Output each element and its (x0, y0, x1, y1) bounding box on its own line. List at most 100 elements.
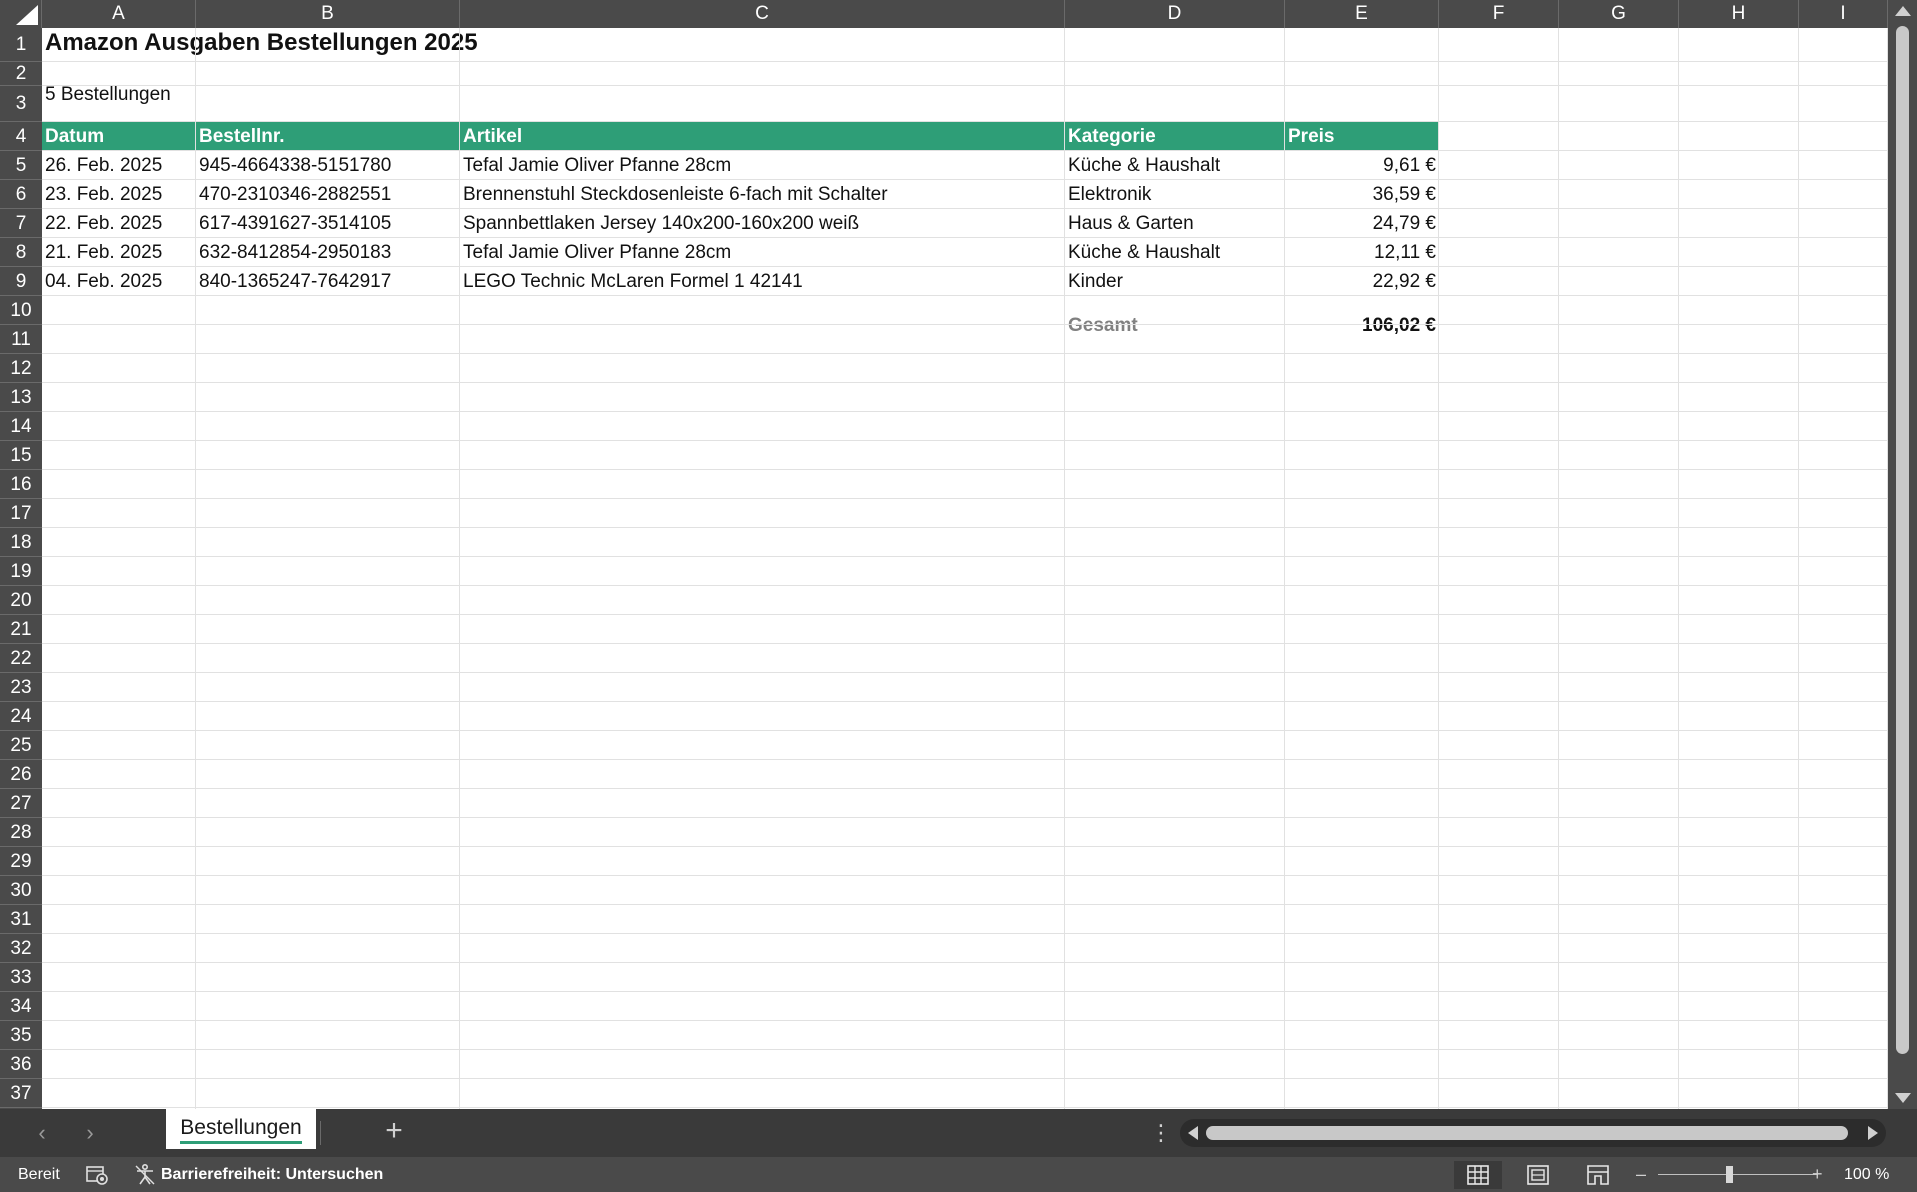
column-header-e[interactable]: E (1285, 0, 1439, 28)
row-header-18[interactable]: 18 (0, 528, 42, 557)
order-datum-cell[interactable]: 21. Feb. 2025 (42, 238, 165, 267)
zoom-slider-thumb[interactable] (1726, 1166, 1733, 1183)
order-kategorie-cell[interactable]: Küche & Haushalt (1065, 151, 1223, 180)
prev-sheet-icon[interactable]: ‹ (30, 1121, 54, 1145)
column-header-b[interactable]: B (196, 0, 460, 28)
column-header-a[interactable]: A (42, 0, 196, 28)
row-header-33[interactable]: 33 (0, 963, 42, 992)
column-header-i[interactable]: I (1799, 0, 1888, 28)
order-datum-cell[interactable]: 23. Feb. 2025 (42, 180, 165, 209)
order-preis-cell[interactable]: 9,61 € (1285, 151, 1439, 180)
row-header-5[interactable]: 5 (0, 151, 42, 180)
header-datum[interactable]: Datum (42, 122, 107, 151)
row-header-23[interactable]: 23 (0, 673, 42, 702)
row-header-22[interactable]: 22 (0, 644, 42, 673)
zoom-out-button[interactable]: – (1636, 1157, 1646, 1192)
order-preis-cell[interactable]: 22,92 € (1285, 267, 1439, 296)
column-header-h[interactable]: H (1679, 0, 1799, 28)
row-header-17[interactable]: 17 (0, 499, 42, 528)
row-header-25[interactable]: 25 (0, 731, 42, 760)
order-datum-cell[interactable]: 22. Feb. 2025 (42, 209, 165, 238)
horizontal-scroll-thumb[interactable] (1206, 1126, 1848, 1140)
row-header-32[interactable]: 32 (0, 934, 42, 963)
column-header-c[interactable]: C (460, 0, 1065, 28)
row-header-7[interactable]: 7 (0, 209, 42, 238)
scroll-down-icon[interactable] (1895, 1093, 1911, 1103)
row-header-9[interactable]: 9 (0, 267, 42, 296)
select-all-button[interactable] (0, 0, 42, 28)
page-break-button[interactable] (1574, 1161, 1622, 1189)
horizontal-scrollbar[interactable] (1180, 1119, 1886, 1147)
row-header-37[interactable]: 37 (0, 1079, 42, 1108)
order-preis-cell[interactable]: 24,79 € (1285, 209, 1439, 238)
row-header-19[interactable]: 19 (0, 557, 42, 586)
vertical-scroll-thumb[interactable] (1896, 26, 1909, 1054)
zoom-in-button[interactable]: + (1812, 1157, 1823, 1192)
order-artikel-cell[interactable]: Spannbettlaken Jersey 140x200-160x200 we… (460, 209, 862, 238)
next-sheet-icon[interactable]: › (78, 1121, 102, 1145)
order-kategorie-cell[interactable]: Kinder (1065, 267, 1126, 296)
macro-record-icon[interactable] (86, 1165, 108, 1190)
row-header-8[interactable]: 8 (0, 238, 42, 267)
row-header-1[interactable]: 1 (0, 28, 42, 62)
order-datum-cell[interactable]: 26. Feb. 2025 (42, 151, 165, 180)
row-header-16[interactable]: 16 (0, 470, 42, 499)
row-header-29[interactable]: 29 (0, 847, 42, 876)
row-header-20[interactable]: 20 (0, 586, 42, 615)
cell-grid[interactable]: Amazon Ausgaben Bestellungen 2025 5 Best… (42, 28, 1888, 1109)
header-artikel[interactable]: Artikel (460, 122, 525, 151)
scroll-right-icon[interactable] (1868, 1126, 1878, 1140)
order-bestellnr-cell[interactable]: 617-4391627-3514105 (196, 209, 394, 238)
order-artikel-cell[interactable]: Tefal Jamie Oliver Pfanne 28cm (460, 238, 734, 267)
row-header-26[interactable]: 26 (0, 760, 42, 789)
row-header-30[interactable]: 30 (0, 876, 42, 905)
row-header-35[interactable]: 35 (0, 1021, 42, 1050)
total-value[interactable]: 106,02 € (1285, 311, 1439, 340)
row-header-31[interactable]: 31 (0, 905, 42, 934)
header-bestellnr[interactable]: Bestellnr. (196, 122, 288, 151)
order-artikel-cell[interactable]: Brennenstuhl Steckdosenleiste 6-fach mit… (460, 180, 891, 209)
add-sheet-button[interactable]: + (380, 1116, 408, 1146)
row-header-14[interactable]: 14 (0, 412, 42, 441)
accessibility-icon[interactable] (134, 1163, 156, 1191)
row-header-2[interactable]: 2 (0, 62, 42, 86)
zoom-slider[interactable] (1658, 1174, 1818, 1175)
order-artikel-cell[interactable]: Tefal Jamie Oliver Pfanne 28cm (460, 151, 734, 180)
row-header-34[interactable]: 34 (0, 992, 42, 1021)
zoom-level[interactable]: 100 % (1844, 1157, 1889, 1192)
row-header-11[interactable]: 11 (0, 325, 42, 354)
order-datum-cell[interactable]: 04. Feb. 2025 (42, 267, 165, 296)
order-artikel-cell[interactable]: LEGO Technic McLaren Formel 1 42141 (460, 267, 806, 296)
scroll-up-icon[interactable] (1895, 6, 1911, 16)
header-preis[interactable]: Preis (1285, 122, 1337, 151)
row-header-36[interactable]: 36 (0, 1050, 42, 1079)
row-header-28[interactable]: 28 (0, 818, 42, 847)
total-label[interactable]: Gesamt (1065, 311, 1141, 340)
row-header-21[interactable]: 21 (0, 615, 42, 644)
row-header-12[interactable]: 12 (0, 354, 42, 383)
row-header-10[interactable]: 10 (0, 296, 42, 325)
row-header-4[interactable]: 4 (0, 122, 42, 151)
row-header-24[interactable]: 24 (0, 702, 42, 731)
order-bestellnr-cell[interactable]: 632-8412854-2950183 (196, 238, 394, 267)
column-header-d[interactable]: D (1065, 0, 1285, 28)
order-kategorie-cell[interactable]: Elektronik (1065, 180, 1154, 209)
page-layout-button[interactable] (1514, 1161, 1562, 1189)
order-preis-cell[interactable]: 12,11 € (1285, 238, 1439, 267)
row-header-6[interactable]: 6 (0, 180, 42, 209)
sheet-title[interactable]: Amazon Ausgaben Bestellungen 2025 (42, 28, 481, 60)
order-preis-cell[interactable]: 36,59 € (1285, 180, 1439, 209)
accessibility-status[interactable]: Barrierefreiheit: Untersuchen (161, 1157, 383, 1192)
order-bestellnr-cell[interactable]: 945-4664338-5151780 (196, 151, 394, 180)
header-kategorie[interactable]: Kategorie (1065, 122, 1159, 151)
column-header-g[interactable]: G (1559, 0, 1679, 28)
row-header-15[interactable]: 15 (0, 441, 42, 470)
normal-view-button[interactable] (1454, 1161, 1502, 1189)
order-bestellnr-cell[interactable]: 470-2310346-2882551 (196, 180, 394, 209)
sheet-tab-bestellungen[interactable]: Bestellungen (166, 1109, 316, 1149)
row-header-13[interactable]: 13 (0, 383, 42, 412)
vertical-scrollbar[interactable] (1888, 0, 1917, 1109)
order-kategorie-cell[interactable]: Küche & Haushalt (1065, 238, 1223, 267)
column-header-f[interactable]: F (1439, 0, 1559, 28)
row-header-27[interactable]: 27 (0, 789, 42, 818)
